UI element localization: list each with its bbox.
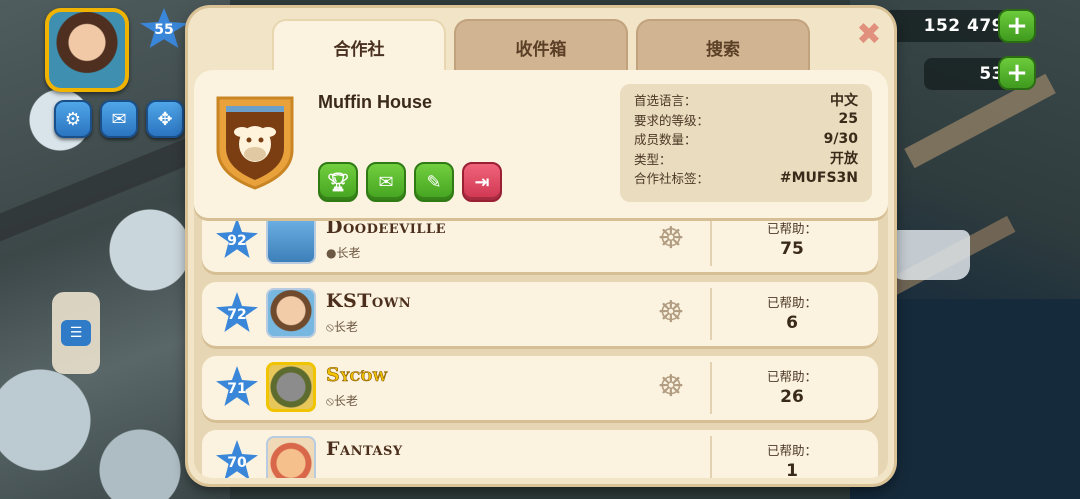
- member-row[interactable]: 72 KSTown ⦸长老 ☸ 已帮助： 6: [202, 282, 878, 346]
- stat-label: 类型：: [634, 151, 672, 167]
- ship-wheel-icon: ☸: [657, 369, 685, 404]
- stat-value: 中文: [830, 92, 858, 109]
- member-role: ⦸长老: [326, 320, 358, 334]
- close-icon[interactable]: ✖: [854, 20, 884, 50]
- divider: [710, 288, 712, 340]
- coop-emblem: [216, 96, 294, 190]
- helped-label: 已帮助：: [766, 369, 817, 384]
- tab-coop[interactable]: 合作社: [272, 19, 446, 73]
- plus-icon: +: [1006, 11, 1028, 41]
- stat-label: 首选语言：: [634, 93, 697, 109]
- stat-label: 合作社标签：: [634, 171, 710, 187]
- move-button[interactable]: ✥: [146, 100, 184, 138]
- add-coins-button[interactable]: +: [998, 9, 1036, 43]
- member-name: Doodeeville: [326, 216, 447, 238]
- member-level-star: 92: [216, 218, 258, 258]
- member-avatar: [266, 214, 316, 264]
- member-name: Sycόw: [326, 364, 388, 387]
- ship-wheel-icon: ☸: [657, 295, 685, 330]
- helped-count: 75: [780, 239, 804, 259]
- coop-name: Muffin House: [318, 92, 432, 112]
- member-avatar: [266, 288, 316, 338]
- helped-count: 1: [786, 461, 798, 478]
- stat-required-level: 要求的等级： 25: [634, 110, 858, 130]
- ship-wheel-icon: ☸: [657, 221, 685, 256]
- message-button[interactable]: ✉: [366, 162, 406, 202]
- helped-count: 6: [786, 313, 798, 333]
- member-role: ⦸长老: [326, 394, 358, 408]
- stat-value: #MUFS3N: [779, 169, 858, 186]
- helped-label: 已帮助：: [766, 443, 817, 458]
- coop-panel: Muffin House 🏆︎ ✉ ✎ ⇥ 首选语言： 中文 要求的等级： 25 成…: [194, 70, 888, 478]
- member-level-star: 70: [216, 440, 258, 478]
- member-avatar: [266, 362, 316, 412]
- move-icon: ✥: [157, 108, 173, 130]
- divider: [710, 362, 712, 414]
- member-helped: 已帮助： 26: [722, 366, 862, 407]
- member-helped: 已帮助： 6: [722, 292, 862, 333]
- coop-actions: 🏆︎ ✉ ✎ ⇥: [318, 162, 502, 202]
- leave-button[interactable]: ⇥: [462, 162, 502, 202]
- stat-value: 25: [838, 111, 858, 128]
- mail-button[interactable]: ✉: [100, 100, 138, 138]
- member-row[interactable]: 71 Sycόw ⦸长老 ☸ 已帮助： 26: [202, 356, 878, 420]
- trophy-icon: 🏆︎: [326, 171, 350, 193]
- modal-tabs: 合作社 收件箱 搜索: [272, 19, 810, 73]
- stat-type: 类型： 开放: [634, 149, 858, 169]
- mail-icon: ✉: [111, 108, 127, 130]
- pencil-icon: ✎: [426, 171, 442, 193]
- member-level: 72: [227, 306, 247, 323]
- add-cash-button[interactable]: +: [998, 56, 1036, 90]
- tab-search[interactable]: 搜索: [636, 19, 810, 73]
- helped-label: 已帮助：: [766, 221, 817, 236]
- stat-tag: 合作社标签： #MUFS3N: [634, 168, 858, 188]
- member-avatar: [266, 436, 316, 478]
- stat-label: 成员数量：: [634, 132, 697, 148]
- stat-value: 9/30: [823, 130, 858, 147]
- coop-modal: 合作社 收件箱 搜索 ✖ Muffin House 🏆︎ ✉ ✎ ⇥ 首选语言：…: [188, 8, 894, 484]
- coop-info-card: Muffin House 🏆︎ ✉ ✎ ⇥ 首选语言： 中文 要求的等级： 25 成…: [194, 70, 888, 218]
- member-level-star: 71: [216, 366, 258, 406]
- member-role: ●长老: [326, 246, 361, 260]
- member-helped: 已帮助： 75: [722, 218, 862, 259]
- member-name: KSTown: [326, 290, 412, 312]
- ship: [890, 230, 970, 280]
- helped-count: 26: [780, 387, 804, 407]
- settings-button[interactable]: ⚙: [54, 100, 92, 138]
- divider: [710, 214, 712, 266]
- member-level: 70: [227, 454, 247, 471]
- member-level: 71: [227, 380, 247, 397]
- stat-value: 开放: [830, 151, 858, 168]
- chat-icon: ☰: [61, 320, 91, 346]
- helped-label: 已帮助：: [766, 295, 817, 310]
- tab-inbox[interactable]: 收件箱: [454, 19, 628, 73]
- chat-button[interactable]: ☰: [52, 292, 100, 374]
- coop-stats: 首选语言： 中文 要求的等级： 25 成员数量： 9/30 类型： 开放 合作社标签： #…: [620, 84, 872, 202]
- member-level: 92: [227, 232, 247, 249]
- exit-icon: ⇥: [474, 171, 490, 193]
- stat-label: 要求的等级：: [634, 112, 710, 128]
- player-level: 55: [154, 22, 174, 38]
- mail-icon: ✉: [378, 171, 394, 193]
- plus-icon: +: [1006, 58, 1028, 88]
- stat-language: 首选语言： 中文: [634, 90, 858, 110]
- member-helped: 已帮助： 1: [722, 440, 862, 478]
- coin-amount: 152 479: [923, 16, 1004, 36]
- member-name: Fantasy: [326, 438, 403, 460]
- water: [880, 299, 1080, 499]
- member-level-star: 72: [216, 292, 258, 332]
- stat-members: 成员数量： 9/30: [634, 129, 858, 149]
- member-row[interactable]: 70 Fantasy 已帮助： 1: [202, 430, 878, 478]
- achievements-button[interactable]: 🏆︎: [318, 162, 358, 202]
- player-avatar[interactable]: [45, 8, 129, 92]
- edit-button[interactable]: ✎: [414, 162, 454, 202]
- gear-icon: ⚙: [64, 108, 82, 130]
- divider: [710, 436, 712, 478]
